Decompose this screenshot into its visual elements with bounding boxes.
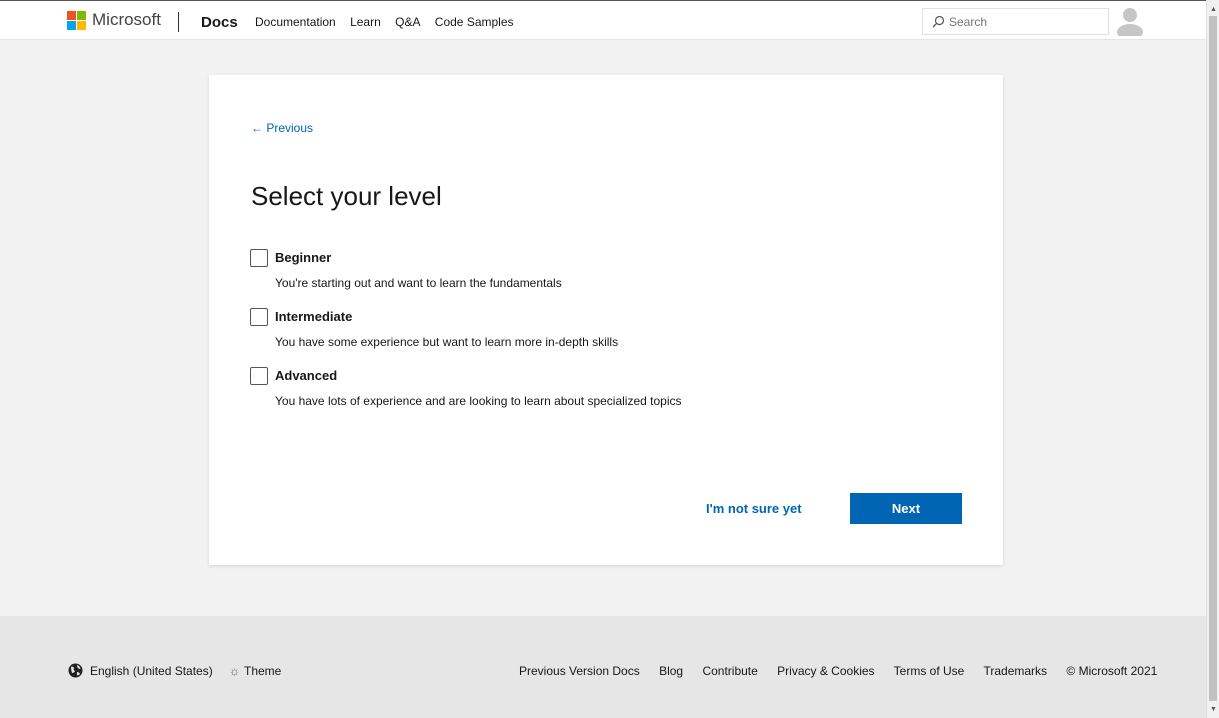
vertical-scrollbar[interactable]: ▲ ▼ [1206, 0, 1219, 718]
header-divider [178, 12, 179, 32]
footer-links: Previous Version Docs Blog Contribute Pr… [519, 664, 1157, 678]
not-sure-yet-button[interactable]: I'm not sure yet [706, 501, 802, 516]
option-description: You have lots of experience and are look… [275, 394, 682, 408]
level-selection-card: ← Previous Select your level Beginner Yo… [209, 75, 1003, 565]
footer-link-trademarks[interactable]: Trademarks [983, 664, 1047, 678]
theme-toggle[interactable]: ☼ Theme [229, 664, 281, 678]
nav-item-learn[interactable]: Learn [350, 15, 381, 29]
option-label: Advanced [275, 368, 338, 383]
option-description: You're starting out and want to learn th… [275, 276, 562, 290]
top-nav: Documentation Learn Q&A Code Samples [255, 15, 525, 29]
footer-link-blog[interactable]: Blog [659, 664, 683, 678]
site-header: Microsoft Docs Documentation Learn Q&A C… [0, 0, 1206, 40]
nav-item-documentation[interactable]: Documentation [255, 15, 336, 29]
copyright: © Microsoft 2021 [1066, 664, 1158, 678]
beginner-checkbox[interactable] [250, 249, 268, 267]
option-description: You have some experience but want to lea… [275, 335, 619, 349]
nav-item-qa[interactable]: Q&A [395, 15, 420, 29]
page-title: Select your level [251, 181, 442, 211]
globe-icon [68, 663, 83, 678]
option-label: Intermediate [275, 309, 353, 324]
option-label: Beginner [275, 250, 332, 265]
next-button[interactable]: Next [850, 493, 962, 524]
scroll-up-icon[interactable]: ▲ [1210, 6, 1217, 13]
site-footer: English (United States) ☼ Theme Previous … [0, 616, 1206, 718]
previous-link[interactable]: ← Previous [251, 121, 313, 135]
search-box[interactable] [922, 8, 1109, 35]
nav-item-code-samples[interactable]: Code Samples [435, 15, 514, 29]
footer-link-privacy-cookies[interactable]: Privacy & Cookies [777, 664, 874, 678]
footer-link-contribute[interactable]: Contribute [702, 664, 757, 678]
page-viewport: Microsoft Docs Documentation Learn Q&A C… [0, 0, 1206, 718]
sun-icon: ☼ [229, 664, 240, 678]
footer-link-previous-version-docs[interactable]: Previous Version Docs [519, 664, 640, 678]
advanced-checkbox[interactable] [250, 367, 268, 385]
scroll-down-icon[interactable]: ▼ [1210, 706, 1217, 713]
search-input[interactable] [949, 13, 1099, 31]
intermediate-checkbox[interactable] [250, 308, 268, 326]
locale-label: English (United States) [90, 664, 213, 678]
scrollbar-thumb[interactable] [1209, 16, 1217, 701]
docs-home-link[interactable]: Docs [201, 14, 238, 31]
search-icon [932, 15, 945, 28]
theme-label: Theme [244, 664, 282, 678]
user-avatar-icon[interactable] [1116, 6, 1144, 36]
microsoft-logo-icon[interactable] [67, 11, 87, 31]
brand-name[interactable]: Microsoft [92, 10, 161, 30]
footer-link-terms-of-use[interactable]: Terms of Use [894, 664, 965, 678]
